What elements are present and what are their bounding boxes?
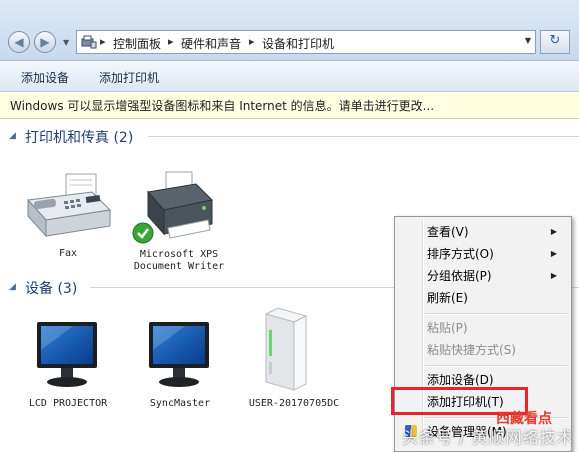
- menu-item-view[interactable]: 查看(V) ▶: [427, 222, 567, 242]
- recent-pages-dropdown-icon[interactable]: ▼: [63, 38, 69, 47]
- computer-label: USER-20170705DC: [248, 398, 340, 409]
- forward-button[interactable]: ▶: [34, 31, 56, 53]
- menu-separator: [425, 365, 567, 367]
- command-toolbar: 添加设备 添加打印机: [0, 61, 579, 92]
- address-dropdown-icon[interactable]: ▼: [525, 36, 531, 45]
- back-arrow-icon: ◀: [14, 35, 24, 49]
- refresh-button[interactable]: ↻: [540, 30, 570, 54]
- breadcrumb-devices-printers[interactable]: 设备和打印机: [262, 35, 334, 52]
- menu-item-label: 排序方式(O): [427, 247, 494, 261]
- computer-tower-icon: [264, 307, 308, 391]
- submenu-arrow-icon: ▶: [550, 271, 557, 280]
- devices-printers-icon: [81, 35, 97, 49]
- printers-group-header[interactable]: ◢ 打印机和传真 (2): [0, 124, 579, 148]
- menu-item-group-by[interactable]: 分组依据(P) ▶: [427, 266, 567, 286]
- monitor-icon: [37, 322, 97, 387]
- address-bar-area: ◀ ▶ ▼ ▸ 控制面板 ▸ 硬件和声音 ▸ 设备和打印机 ▼ ↻: [0, 0, 579, 61]
- default-checkmark-icon: [132, 222, 154, 244]
- monitor-icon: [149, 322, 209, 387]
- submenu-arrow-icon: ▶: [550, 227, 557, 236]
- menu-item-refresh[interactable]: 刷新(E): [427, 288, 567, 308]
- breadcrumb-control-panel[interactable]: 控制面板: [113, 35, 161, 52]
- refresh-icon: ↻: [549, 33, 561, 48]
- devices-group-title: 设备 (3): [25, 281, 78, 297]
- collapse-arrow-icon[interactable]: ◢: [9, 282, 16, 292]
- breadcrumb-hardware-sound[interactable]: 硬件和声音: [181, 35, 241, 52]
- lcd-projector-tile[interactable]: LCD PROJECTOR: [22, 318, 114, 414]
- info-bar[interactable]: Windows 可以显示增强型设备图标和来自 Internet 的信息。请单击进…: [0, 93, 579, 119]
- menu-separator: [425, 313, 567, 315]
- menu-item-label: 查看(V): [427, 225, 469, 239]
- watermark-text: 头条号 / 黄顺网络技术: [402, 428, 574, 447]
- menu-item-label: 添加设备(D): [427, 373, 494, 387]
- breadcrumb-separator[interactable]: ▸: [249, 35, 255, 48]
- fax-icon: [26, 173, 112, 238]
- computer-tile[interactable]: USER-20170705DC: [234, 306, 354, 414]
- add-device-button[interactable]: 添加设备: [21, 69, 69, 86]
- menu-item-label: 粘贴(P): [427, 321, 468, 335]
- fax-tile[interactable]: Fax: [18, 170, 118, 262]
- breadcrumb-separator[interactable]: ▸: [168, 35, 174, 48]
- menu-item-paste: 粘贴(P): [427, 318, 567, 338]
- xps-printer-label-line2: Document Writer: [133, 261, 225, 272]
- add-printer-button[interactable]: 添加打印机: [99, 69, 159, 86]
- menu-item-label: 分组依据(P): [427, 269, 492, 283]
- fax-label: Fax: [58, 248, 78, 259]
- forward-arrow-icon: ▶: [40, 35, 50, 49]
- lcd-projector-label: LCD PROJECTOR: [28, 398, 108, 409]
- syncmaster-label: SyncMaster: [149, 398, 211, 409]
- submenu-arrow-icon: ▶: [550, 249, 557, 258]
- menu-item-label: 刷新(E): [427, 291, 468, 305]
- back-button[interactable]: ◀: [8, 31, 30, 53]
- group-divider: [148, 136, 579, 137]
- printers-group-title: 打印机和传真 (2): [25, 130, 134, 146]
- address-box[interactable]: ▸ 控制面板 ▸ 硬件和声音 ▸ 设备和打印机 ▼: [76, 30, 536, 54]
- breadcrumb-separator[interactable]: ▸: [100, 35, 106, 48]
- xps-printer-tile[interactable]: Microsoft XPS Document Writer: [124, 170, 234, 274]
- xps-printer-label-line1: Microsoft XPS: [139, 249, 219, 260]
- syncmaster-tile[interactable]: SyncMaster: [134, 318, 226, 414]
- menu-item-paste-shortcut: 粘贴快捷方式(S): [427, 340, 567, 360]
- menu-item-label: 粘贴快捷方式(S): [427, 343, 516, 357]
- menu-item-sort-by[interactable]: 排序方式(O) ▶: [427, 244, 567, 264]
- collapse-arrow-icon[interactable]: ◢: [9, 131, 16, 141]
